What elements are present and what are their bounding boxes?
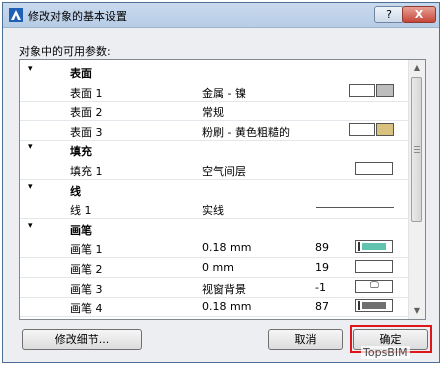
pen-color-fill bbox=[362, 243, 386, 251]
parameter-value: 空气间层 bbox=[202, 165, 246, 178]
group-header[interactable]: ▾ 表面 bbox=[20, 61, 409, 81]
line-preview[interactable] bbox=[316, 207, 394, 209]
scroll-up-arrow-icon[interactable]: ▲ bbox=[409, 60, 425, 76]
parameter-value: 粉刷 - 黄色粗糙的 bbox=[202, 125, 290, 139]
group-name: 线 bbox=[70, 184, 81, 198]
surface-preview-white[interactable] bbox=[349, 122, 375, 136]
parameter-row[interactable]: 画笔 1 0.18 mm 89 bbox=[20, 237, 409, 259]
surface-preview-white[interactable] bbox=[349, 83, 375, 97]
parameter-row[interactable]: 画笔 4 0.18 mm 87 bbox=[20, 296, 409, 318]
parameter-name: 画笔 3 bbox=[70, 282, 103, 296]
parameter-name: 表面 1 bbox=[70, 86, 103, 100]
fill-preview[interactable] bbox=[355, 162, 393, 175]
pen-preview[interactable]: 🖵 bbox=[355, 279, 393, 293]
pen-preview[interactable] bbox=[355, 260, 393, 273]
scroll-down-arrow-icon[interactable]: ▼ bbox=[409, 303, 425, 319]
group-name: 填充 bbox=[70, 145, 92, 159]
pen-number: 89 bbox=[315, 241, 329, 255]
parameter-value: 0.18 mm bbox=[202, 241, 252, 255]
scroll-thumb[interactable] bbox=[411, 77, 422, 222]
surface-color-swatch[interactable] bbox=[376, 83, 394, 97]
close-button[interactable]: X bbox=[402, 6, 436, 23]
collapse-triangle-icon[interactable]: ▾ bbox=[28, 221, 33, 231]
parameter-value: 常规 bbox=[202, 106, 224, 120]
dialog-window: 修改对象的基本设置 ? X 对象中的可用参数: ▲ ▼ ▾ 表面表面 1 金属 - … bbox=[2, 2, 440, 363]
parameter-row[interactable]: 画笔 3 视窗背景 -1 🖵 bbox=[20, 277, 409, 298]
parameter-value: 金属 - 镍 bbox=[202, 86, 246, 100]
parameter-row[interactable]: 画笔 2 0 mm 19 bbox=[20, 257, 409, 278]
surface-color-swatch[interactable] bbox=[376, 122, 394, 136]
parameter-row[interactable]: 表面 3 粉刷 - 黄色粗糙的 bbox=[20, 120, 409, 141]
group-name: 表面 bbox=[70, 67, 92, 80]
title-bar: 修改对象的基本设置 ? X bbox=[3, 3, 439, 28]
group-header[interactable]: ▾ 画笔 bbox=[20, 218, 409, 238]
collapse-triangle-icon[interactable]: ▾ bbox=[28, 64, 33, 74]
parameter-row[interactable]: 表面 1 金属 - 镍 bbox=[20, 81, 409, 102]
parameter-value: 视窗背景 bbox=[202, 282, 246, 296]
group-header[interactable]: ▾ 线 bbox=[20, 179, 409, 199]
parameter-row[interactable]: 填充 1 空气间层 bbox=[20, 159, 409, 180]
vertical-scrollbar[interactable]: ▲ ▼ bbox=[408, 60, 425, 319]
collapse-triangle-icon[interactable]: ▾ bbox=[28, 182, 33, 192]
watermark-text: TopsBIM bbox=[361, 346, 410, 359]
parameter-name: 表面 2 bbox=[70, 106, 103, 120]
app-icon bbox=[9, 8, 23, 22]
group-header[interactable]: ▾ 填充 bbox=[20, 139, 409, 159]
parameter-name: 线 1 bbox=[70, 204, 92, 218]
group-name: 画笔 bbox=[70, 223, 92, 237]
collapse-triangle-icon[interactable]: ▾ bbox=[28, 142, 33, 152]
parameter-value: 0 mm bbox=[202, 261, 234, 274]
parameter-row[interactable]: 线 1 实线 bbox=[20, 198, 409, 220]
parameter-value: 0.18 mm bbox=[202, 300, 252, 314]
parameter-name: 填充 1 bbox=[70, 165, 103, 178]
help-button[interactable]: ? bbox=[374, 6, 404, 23]
pen-number: 87 bbox=[315, 300, 329, 314]
parameter-row[interactable]: 表面 2 常规 bbox=[20, 100, 409, 122]
parameter-name: 画笔 4 bbox=[70, 302, 103, 316]
modify-details-button[interactable]: 修改细节... bbox=[22, 329, 142, 350]
pen-number: -1 bbox=[315, 280, 326, 294]
parameter-list-label: 对象中的可用参数: bbox=[19, 45, 111, 58]
parameter-value: 实线 bbox=[202, 204, 224, 218]
parameter-name: 表面 3 bbox=[70, 125, 103, 139]
pen-preview[interactable] bbox=[355, 299, 393, 313]
monitor-icon: 🖵 bbox=[370, 280, 379, 291]
pen-color-fill bbox=[362, 302, 386, 310]
cancel-button[interactable]: 取消 bbox=[268, 329, 343, 350]
parameter-name: 画笔 1 bbox=[70, 243, 103, 257]
parameter-list[interactable]: ▲ ▼ ▾ 表面表面 1 金属 - 镍表面 2 常规表面 3 粉刷 - 黄色粗糙的 ▾ 填充… bbox=[19, 59, 426, 320]
pen-preview[interactable] bbox=[355, 240, 393, 254]
parameter-name: 画笔 2 bbox=[70, 263, 103, 276]
window-title: 修改对象的基本设置 bbox=[28, 10, 127, 23]
pen-number: 19 bbox=[315, 261, 329, 274]
